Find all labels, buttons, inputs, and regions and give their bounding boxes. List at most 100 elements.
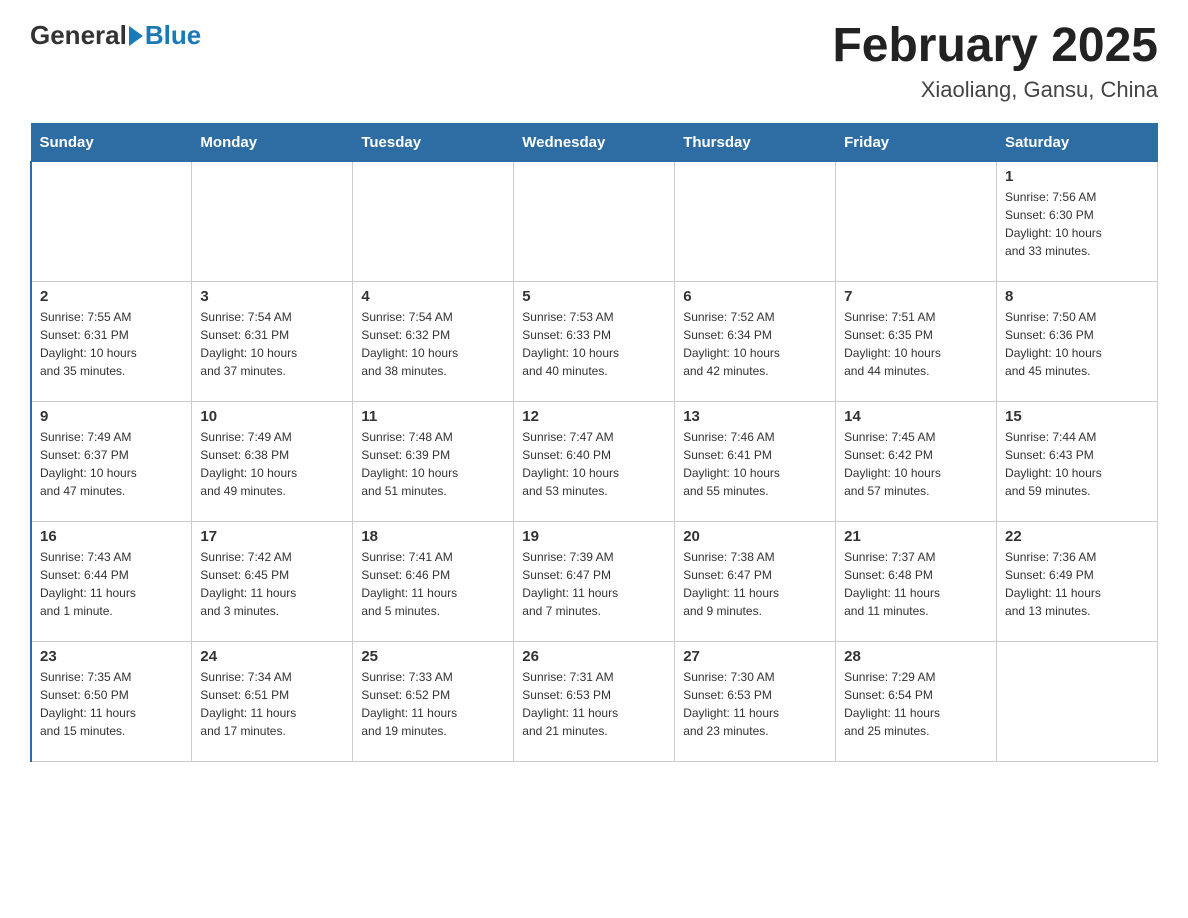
day-info: Sunrise: 7:53 AMSunset: 6:33 PMDaylight:… xyxy=(522,308,666,380)
month-title: February 2025 xyxy=(832,20,1158,73)
week-row-3: 9Sunrise: 7:49 AMSunset: 6:37 PMDaylight… xyxy=(31,401,1158,521)
day-info: Sunrise: 7:37 AMSunset: 6:48 PMDaylight:… xyxy=(844,548,988,620)
day-number: 3 xyxy=(200,288,344,305)
day-number: 23 xyxy=(40,648,183,665)
calendar-cell: 1Sunrise: 7:56 AMSunset: 6:30 PMDaylight… xyxy=(997,161,1158,281)
calendar-cell xyxy=(514,161,675,281)
calendar-cell: 13 Sunrise: 7:46 AMSunset: 6:41 PMDayligh… xyxy=(675,401,836,521)
calendar-cell: 28 Sunrise: 7:29 AMSunset: 6:54 PMDayligh… xyxy=(836,641,997,761)
logo-blue-text: Blue xyxy=(145,20,201,51)
calendar-cell: 15 Sunrise: 7:44 AMSunset: 6:43 PMDayligh… xyxy=(997,401,1158,521)
day-number: 5 xyxy=(522,288,666,305)
day-number: 26 xyxy=(522,648,666,665)
calendar-cell: 14 Sunrise: 7:45 AMSunset: 6:42 PMDayligh… xyxy=(836,401,997,521)
day-info: Sunrise: 7:48 AMSunset: 6:39 PMDaylight:… xyxy=(361,428,505,500)
day-info: Sunrise: 7:44 AMSunset: 6:43 PMDaylight:… xyxy=(1005,428,1149,500)
calendar-cell: 4 Sunrise: 7:54 AMSunset: 6:32 PMDaylight… xyxy=(353,281,514,401)
calendar-cell: 9Sunrise: 7:49 AMSunset: 6:37 PMDaylight… xyxy=(31,401,192,521)
calendar-cell xyxy=(836,161,997,281)
day-info: Sunrise: 7:45 AMSunset: 6:42 PMDaylight:… xyxy=(844,428,988,500)
day-number: 14 xyxy=(844,408,988,425)
day-info: Sunrise: 7:39 AMSunset: 6:47 PMDaylight:… xyxy=(522,548,666,620)
calendar-cell: 16 Sunrise: 7:43 AMSunset: 6:44 PMDayligh… xyxy=(31,521,192,641)
day-info: Sunrise: 7:54 AMSunset: 6:31 PMDaylight:… xyxy=(200,308,344,380)
day-info: Sunrise: 7:34 AMSunset: 6:51 PMDaylight:… xyxy=(200,668,344,740)
day-number: 22 xyxy=(1005,528,1149,545)
day-info: Sunrise: 7:43 AMSunset: 6:44 PMDaylight:… xyxy=(40,548,183,620)
weekday-header-thursday: Thursday xyxy=(675,123,836,161)
calendar-cell: 7 Sunrise: 7:51 AMSunset: 6:35 PMDaylight… xyxy=(836,281,997,401)
calendar-cell: 20 Sunrise: 7:38 AMSunset: 6:47 PMDayligh… xyxy=(675,521,836,641)
weekday-header-monday: Monday xyxy=(192,123,353,161)
calendar-cell: 17Sunrise: 7:42 AMSunset: 6:45 PMDayligh… xyxy=(192,521,353,641)
day-info: Sunrise: 7:46 AMSunset: 6:41 PMDaylight:… xyxy=(683,428,827,500)
calendar-cell: 5 Sunrise: 7:53 AMSunset: 6:33 PMDaylight… xyxy=(514,281,675,401)
calendar-cell: 22Sunrise: 7:36 AMSunset: 6:49 PMDayligh… xyxy=(997,521,1158,641)
day-info: Sunrise: 7:56 AMSunset: 6:30 PMDaylight:… xyxy=(1005,188,1149,260)
day-number: 15 xyxy=(1005,408,1149,425)
calendar-cell: 26 Sunrise: 7:31 AMSunset: 6:53 PMDayligh… xyxy=(514,641,675,761)
day-number: 7 xyxy=(844,288,988,305)
calendar-cell xyxy=(31,161,192,281)
day-number: 20 xyxy=(683,528,827,545)
day-info: Sunrise: 7:41 AMSunset: 6:46 PMDaylight:… xyxy=(361,548,505,620)
day-info: Sunrise: 7:29 AMSunset: 6:54 PMDaylight:… xyxy=(844,668,988,740)
day-info: Sunrise: 7:42 AMSunset: 6:45 PMDaylight:… xyxy=(200,548,344,620)
day-info: Sunrise: 7:30 AMSunset: 6:53 PMDaylight:… xyxy=(683,668,827,740)
day-info: Sunrise: 7:49 AMSunset: 6:37 PMDaylight:… xyxy=(40,428,183,500)
calendar-cell: 27 Sunrise: 7:30 AMSunset: 6:53 PMDayligh… xyxy=(675,641,836,761)
day-info: Sunrise: 7:52 AMSunset: 6:34 PMDaylight:… xyxy=(683,308,827,380)
day-info: Sunrise: 7:51 AMSunset: 6:35 PMDaylight:… xyxy=(844,308,988,380)
day-number: 24 xyxy=(200,648,344,665)
calendar-cell: 21 Sunrise: 7:37 AMSunset: 6:48 PMDayligh… xyxy=(836,521,997,641)
calendar-cell xyxy=(997,641,1158,761)
day-number: 11 xyxy=(361,408,505,425)
calendar-cell: 23 Sunrise: 7:35 AMSunset: 6:50 PMDayligh… xyxy=(31,641,192,761)
weekday-header-friday: Friday xyxy=(836,123,997,161)
day-info: Sunrise: 7:47 AMSunset: 6:40 PMDaylight:… xyxy=(522,428,666,500)
calendar-cell: 25 Sunrise: 7:33 AMSunset: 6:52 PMDayligh… xyxy=(353,641,514,761)
logo-general-text: General xyxy=(30,20,127,51)
day-number: 13 xyxy=(683,408,827,425)
calendar-cell: 12 Sunrise: 7:47 AMSunset: 6:40 PMDayligh… xyxy=(514,401,675,521)
weekday-header-sunday: Sunday xyxy=(31,123,192,161)
week-row-5: 23 Sunrise: 7:35 AMSunset: 6:50 PMDayligh… xyxy=(31,641,1158,761)
weekday-header-saturday: Saturday xyxy=(997,123,1158,161)
day-number: 6 xyxy=(683,288,827,305)
day-number: 21 xyxy=(844,528,988,545)
calendar-cell xyxy=(675,161,836,281)
day-info: Sunrise: 7:35 AMSunset: 6:50 PMDaylight:… xyxy=(40,668,183,740)
calendar-cell: 2 Sunrise: 7:55 AMSunset: 6:31 PMDaylight… xyxy=(31,281,192,401)
weekday-header-tuesday: Tuesday xyxy=(353,123,514,161)
calendar-cell: 24 Sunrise: 7:34 AMSunset: 6:51 PMDayligh… xyxy=(192,641,353,761)
day-info: Sunrise: 7:31 AMSunset: 6:53 PMDaylight:… xyxy=(522,668,666,740)
day-number: 25 xyxy=(361,648,505,665)
calendar-cell xyxy=(192,161,353,281)
day-number: 16 xyxy=(40,528,183,545)
day-info: Sunrise: 7:33 AMSunset: 6:52 PMDaylight:… xyxy=(361,668,505,740)
day-number: 8 xyxy=(1005,288,1149,305)
week-row-1: 1Sunrise: 7:56 AMSunset: 6:30 PMDaylight… xyxy=(31,161,1158,281)
day-number: 2 xyxy=(40,288,183,305)
calendar-cell xyxy=(353,161,514,281)
day-info: Sunrise: 7:38 AMSunset: 6:47 PMDaylight:… xyxy=(683,548,827,620)
calendar-table: SundayMondayTuesdayWednesdayThursdayFrid… xyxy=(30,123,1158,762)
calendar-cell: 6 Sunrise: 7:52 AMSunset: 6:34 PMDaylight… xyxy=(675,281,836,401)
day-number: 10 xyxy=(200,408,344,425)
day-number: 4 xyxy=(361,288,505,305)
day-info: Sunrise: 7:54 AMSunset: 6:32 PMDaylight:… xyxy=(361,308,505,380)
day-info: Sunrise: 7:55 AMSunset: 6:31 PMDaylight:… xyxy=(40,308,183,380)
week-row-4: 16 Sunrise: 7:43 AMSunset: 6:44 PMDayligh… xyxy=(31,521,1158,641)
weekday-header-wednesday: Wednesday xyxy=(514,123,675,161)
day-number: 18 xyxy=(361,528,505,545)
calendar-cell: 18 Sunrise: 7:41 AMSunset: 6:46 PMDayligh… xyxy=(353,521,514,641)
day-info: Sunrise: 7:49 AMSunset: 6:38 PMDaylight:… xyxy=(200,428,344,500)
calendar-cell: 3 Sunrise: 7:54 AMSunset: 6:31 PMDaylight… xyxy=(192,281,353,401)
location-text: Xiaoliang, Gansu, China xyxy=(832,77,1158,103)
day-number: 28 xyxy=(844,648,988,665)
title-section: February 2025 Xiaoliang, Gansu, China xyxy=(832,20,1158,103)
day-number: 27 xyxy=(683,648,827,665)
week-row-2: 2 Sunrise: 7:55 AMSunset: 6:31 PMDaylight… xyxy=(31,281,1158,401)
day-number: 12 xyxy=(522,408,666,425)
weekday-header-row: SundayMondayTuesdayWednesdayThursdayFrid… xyxy=(31,123,1158,161)
